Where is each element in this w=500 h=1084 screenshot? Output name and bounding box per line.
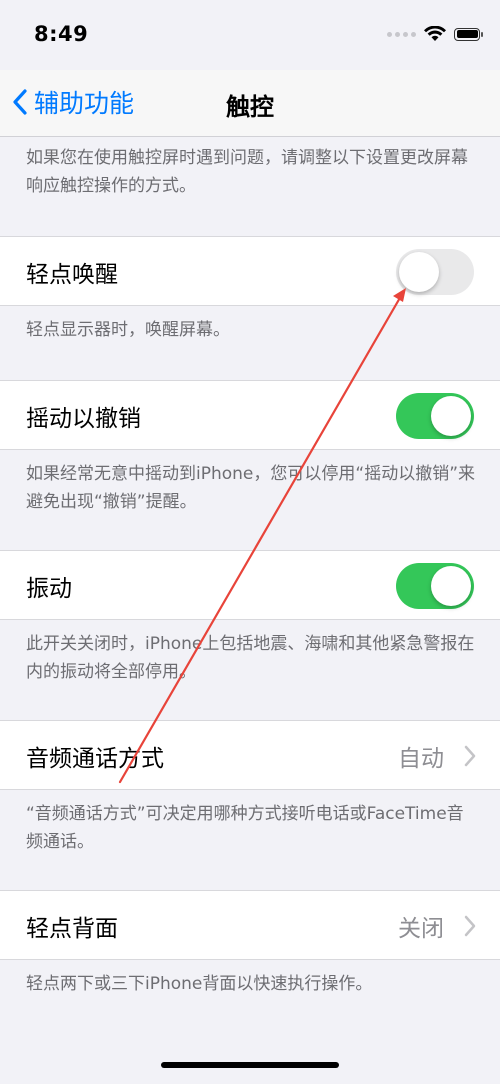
call-audio-routing-footer: “音频通话方式”可决定用哪种方式接听电话或FaceTime音频通话。 — [26, 804, 464, 852]
setting-label: 振动 — [26, 576, 72, 602]
setting-label: 摇动以撤销 — [26, 406, 141, 432]
setting-label: 轻点唤醒 — [26, 262, 118, 288]
vibration-toggle[interactable] — [396, 563, 474, 609]
chevron-right-icon — [464, 915, 476, 937]
setting-row-call-audio-routing[interactable]: 音频通话方式 自动 — [0, 720, 500, 790]
vibration-footer: 此开关关闭时，iPhone上包括地震、海啸和其他紧急警报在内的振动将全部停用。 — [26, 634, 475, 682]
wifi-icon — [424, 26, 446, 41]
setting-row-tap-to-wake: 轻点唤醒 — [0, 236, 500, 306]
setting-label: 音频通话方式 — [26, 746, 164, 772]
setting-value: 关闭 — [398, 916, 444, 942]
cellular-signal-icon — [387, 31, 416, 37]
tap-to-wake-toggle[interactable] — [396, 249, 474, 295]
battery-icon — [454, 27, 483, 41]
status-bar: 8:49 — [0, 0, 500, 70]
setting-row-vibration: 振动 — [0, 550, 500, 620]
status-icons — [387, 26, 483, 42]
intro-description: 如果您在使用触控屏时遇到问题，请调整以下设置更改屏幕响应触控操作的方式。 — [26, 148, 468, 196]
setting-label: 轻点背面 — [26, 916, 118, 942]
setting-row-shake-to-undo: 摇动以撤销 — [0, 380, 500, 450]
tap-to-wake-footer: 轻点显示器时，唤醒屏幕。 — [26, 320, 230, 340]
page-title: 触控 — [226, 93, 274, 121]
home-indicator — [161, 1062, 339, 1068]
shake-to-undo-footer: 如果经常无意中摇动到iPhone，您可以停用“摇动以撤销”来避免出现“撤销”提醒… — [26, 464, 475, 512]
status-time: 8:49 — [34, 22, 89, 46]
setting-value: 自动 — [398, 746, 444, 772]
nav-bar: 辅助功能 触控 — [0, 70, 500, 137]
setting-row-back-tap[interactable]: 轻点背面 关闭 — [0, 890, 500, 960]
back-tap-footer: 轻点两下或三下iPhone背面以快速执行操作。 — [26, 974, 373, 994]
chevron-right-icon — [464, 745, 476, 767]
shake-to-undo-toggle[interactable] — [396, 393, 474, 439]
